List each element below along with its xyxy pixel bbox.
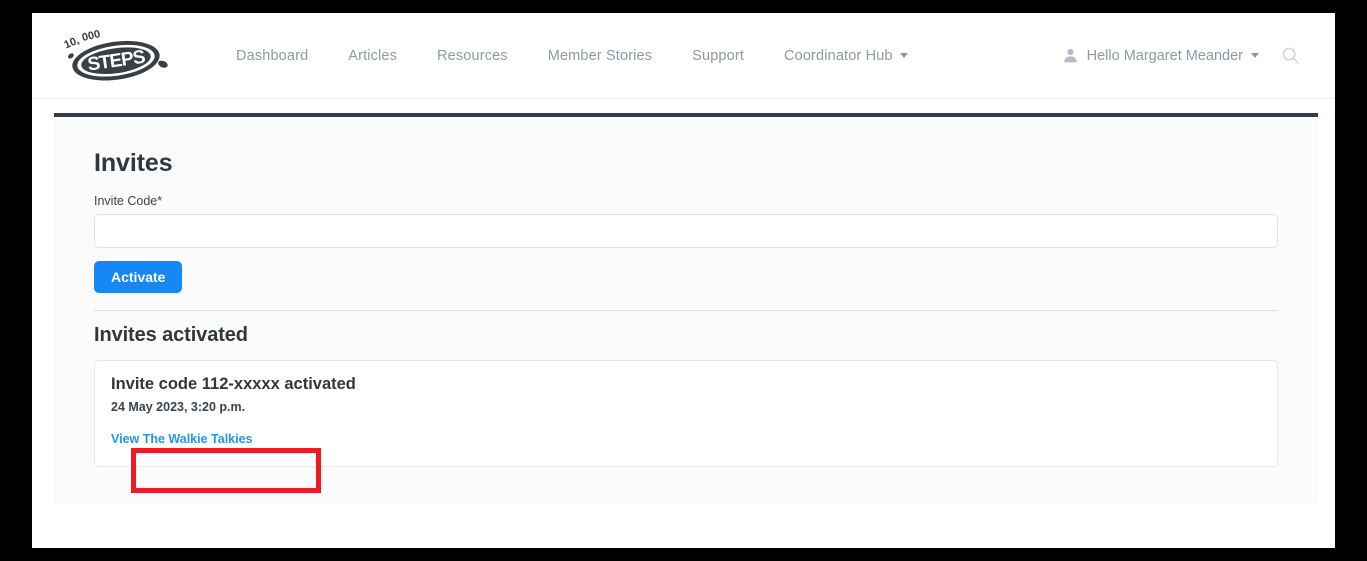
invites-panel: Invites Invite Code* Activate Invites ac… xyxy=(54,113,1318,503)
screenshot-frame: 10, 000 STEPS Dashboard Articles Resourc… xyxy=(0,0,1367,561)
user-icon xyxy=(1063,49,1077,63)
primary-navigation: Dashboard Articles Resources Member Stor… xyxy=(216,40,928,72)
invite-card-timestamp: 24 May 2023, 3:20 p.m. xyxy=(111,400,246,414)
ten-thousand-steps-logo-icon: 10, 000 STEPS xyxy=(62,28,168,81)
nav-item-label: Dashboard xyxy=(236,47,309,64)
content-area: Invites Invite Code* Activate Invites ac… xyxy=(32,99,1335,547)
nav-item-label: Articles xyxy=(348,47,398,64)
nav-item-label: Member Stories xyxy=(547,47,653,64)
svg-text:000: 000 xyxy=(81,28,102,44)
nav-item-resources[interactable]: Resources xyxy=(417,40,528,72)
search-button[interactable] xyxy=(1273,39,1307,73)
nav-item-coordinator-hub[interactable]: Coordinator Hub xyxy=(764,40,928,72)
nav-item-label: Support xyxy=(692,47,744,64)
view-the-walkie-talkies-link[interactable]: View The Walkie Talkies xyxy=(111,432,253,446)
nav-item-label: Coordinator Hub xyxy=(784,47,893,64)
nav-item-label: Resources xyxy=(437,47,508,64)
activate-button[interactable]: Activate xyxy=(94,261,183,293)
invites-activated-heading: Invites activated xyxy=(94,324,248,346)
invite-card-title: Invite code 112-xxxxx activated xyxy=(111,375,356,393)
site-header: 10, 000 STEPS Dashboard Articles Resourc… xyxy=(32,13,1335,99)
section-divider xyxy=(94,310,1278,311)
invite-code-input[interactable] xyxy=(94,214,1278,248)
user-menu[interactable]: Hello Margaret Meander xyxy=(1052,39,1269,72)
nav-item-dashboard[interactable]: Dashboard xyxy=(216,40,328,72)
nav-item-member-stories[interactable]: Member Stories xyxy=(528,40,672,72)
invite-code-label: Invite Code* xyxy=(94,194,163,208)
page-title: Invites xyxy=(94,149,173,177)
brand-logo[interactable]: 10, 000 STEPS xyxy=(54,25,174,87)
chevron-down-icon xyxy=(1251,53,1259,58)
svg-text:10,: 10, xyxy=(62,34,81,51)
nav-item-articles[interactable]: Articles xyxy=(328,40,417,72)
search-icon xyxy=(1282,47,1299,64)
user-greeting-label: Hello Margaret Meander xyxy=(1086,47,1243,64)
invite-card: Invite code 112-xxxxx activated 24 May 2… xyxy=(94,360,1278,467)
nav-item-support[interactable]: Support xyxy=(672,40,764,72)
header-right-actions: Hello Margaret Meander xyxy=(1052,39,1325,73)
chevron-down-icon xyxy=(899,53,908,58)
page-root: 10, 000 STEPS Dashboard Articles Resourc… xyxy=(32,13,1335,548)
